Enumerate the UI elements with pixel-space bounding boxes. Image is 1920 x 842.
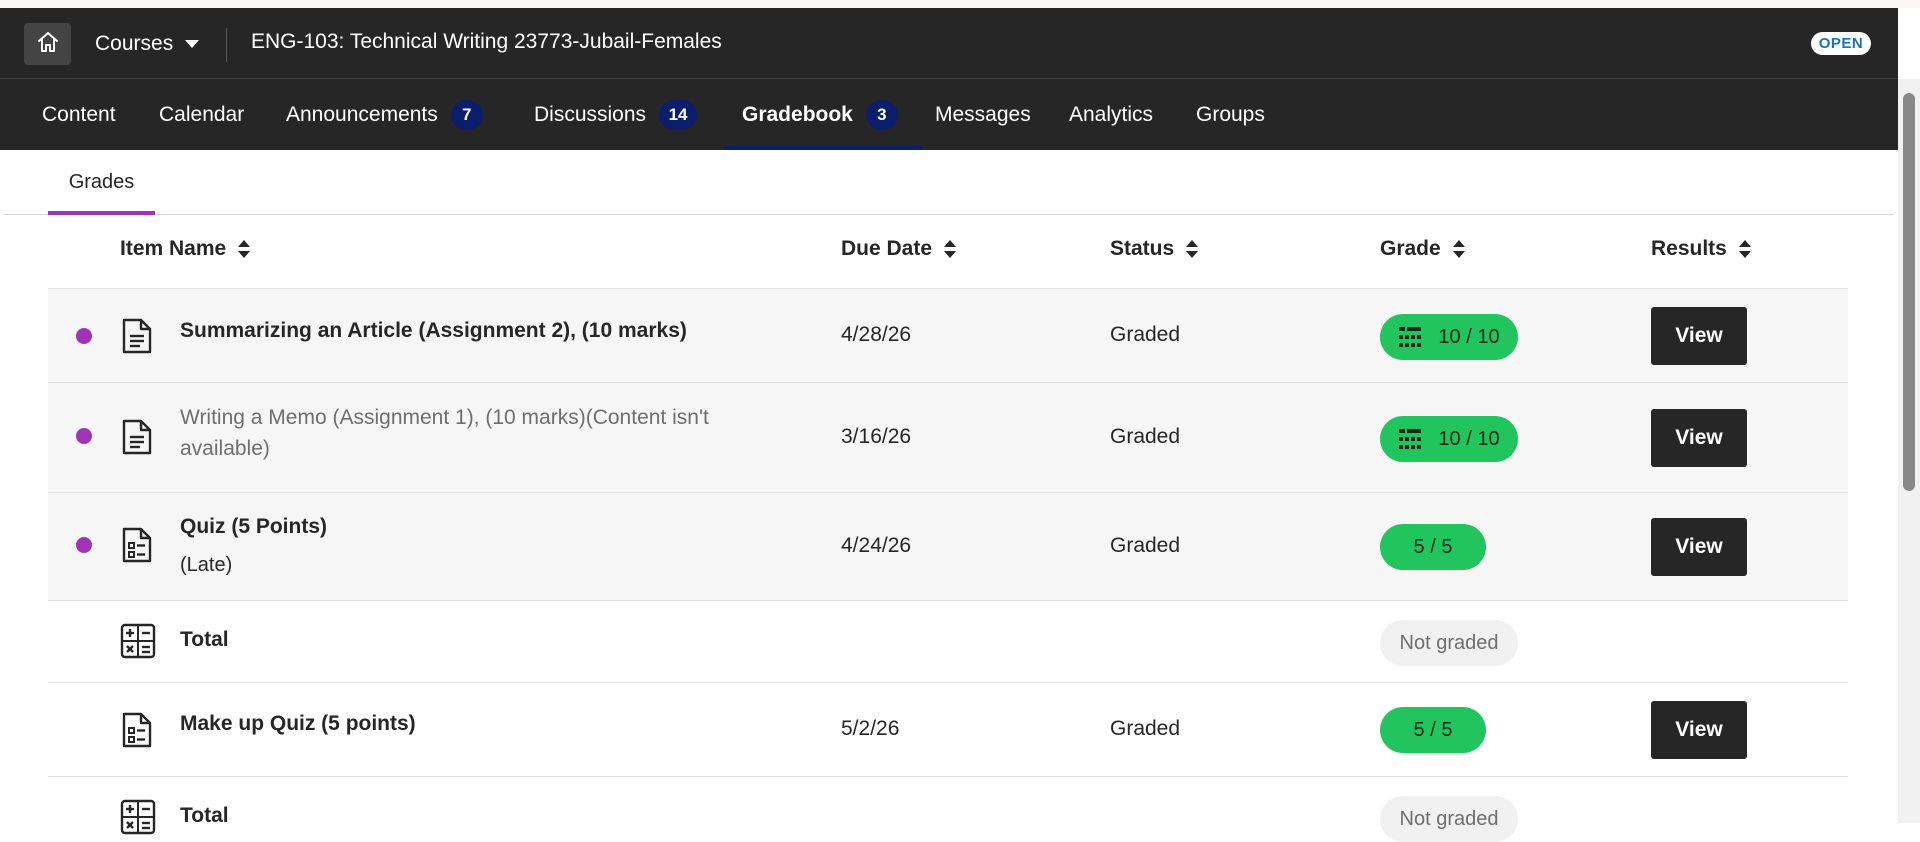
column-header-grade[interactable]: Grade (1380, 237, 1465, 261)
table-row-total: Total Not graded (48, 601, 1848, 683)
table-row[interactable]: Summarizing an Article (Assignment 2), (… (48, 289, 1848, 383)
tab-groups[interactable]: Groups (1196, 79, 1265, 150)
tab-label: Messages (935, 102, 1031, 126)
tab-grades[interactable]: Grades (48, 150, 155, 215)
header-divider (226, 28, 227, 62)
status-text: Graded (1110, 425, 1181, 448)
rubric-icon (1399, 429, 1422, 449)
tab-messages[interactable]: Messages (935, 79, 1031, 150)
due-date: 4/28/26 (841, 323, 912, 346)
status-text: Graded (1110, 717, 1181, 740)
tab-label: Analytics (1069, 102, 1154, 126)
chevron-down-icon (185, 40, 200, 48)
course-status-badge: OPEN (1811, 32, 1871, 55)
courses-label: Courses (95, 32, 174, 55)
browser-top-strip (0, 0, 1920, 8)
view-results-button[interactable]: View (1651, 307, 1747, 365)
tab-label: Announcements (286, 102, 438, 126)
tab-content[interactable]: Content (42, 79, 116, 150)
item-name-link[interactable]: Make up Quiz (5 points) (180, 708, 820, 739)
tab-calendar[interactable]: Calendar (159, 79, 244, 150)
item-name: Writing a Memo (Assignment 1), (10 marks… (180, 406, 709, 460)
view-results-button[interactable]: View (1651, 409, 1747, 467)
view-results-button[interactable]: View (1651, 701, 1747, 759)
due-date: 5/2/26 (841, 717, 900, 740)
sort-icon (944, 239, 957, 259)
column-header-results[interactable]: Results (1651, 237, 1751, 261)
sort-icon (1452, 239, 1465, 259)
quiz-icon (120, 712, 154, 748)
late-label: (Late) (180, 554, 233, 576)
rubric-icon (1399, 327, 1422, 347)
gradebook-subtabs: Grades (4, 150, 1894, 215)
grade-pill[interactable]: 5 / 5 (1380, 707, 1486, 753)
tab-label: Gradebook (742, 102, 853, 126)
table-row[interactable]: Make up Quiz (5 points) 5/2/26 Graded 5 … (48, 683, 1848, 777)
grade-value: 10 / 10 (1438, 325, 1500, 348)
document-icon (120, 419, 154, 455)
grade-not-graded: Not graded (1380, 620, 1518, 666)
unread-indicator-dot (76, 537, 92, 553)
status-text: Graded (1110, 534, 1181, 557)
item-name-link[interactable]: Quiz (5 Points) (180, 511, 820, 542)
tab-label: Groups (1196, 102, 1265, 126)
grades-table-header: Item Name Due Date Status Grade Results (48, 215, 1848, 290)
scrollbar-thumb[interactable] (1903, 93, 1915, 491)
quiz-icon (120, 527, 154, 563)
column-header-status[interactable]: Status (1110, 237, 1199, 261)
table-row[interactable]: Writing a Memo (Assignment 1), (10 marks… (48, 383, 1848, 493)
tab-gradebook[interactable]: Gradebook 3 (724, 79, 922, 150)
tab-label: Discussions (534, 102, 647, 126)
tab-label: Content (42, 102, 116, 126)
column-header-due-date[interactable]: Due Date (841, 237, 957, 261)
tab-discussions[interactable]: Discussions 14 (534, 79, 698, 150)
sort-icon (1186, 239, 1199, 259)
column-label: Item Name (120, 237, 227, 260)
sort-icon (1738, 239, 1751, 259)
grade-value: 5 / 5 (1413, 718, 1453, 741)
grade-pill[interactable]: 10 / 10 (1380, 314, 1518, 360)
item-name: Total (180, 804, 229, 827)
due-date: 3/16/26 (841, 425, 912, 448)
table-row[interactable]: Quiz (5 Points) (Late) 4/24/26 Graded 5 … (48, 493, 1848, 601)
sort-icon (238, 239, 251, 259)
gradebook-count-badge: 3 (865, 99, 898, 130)
calculator-icon (120, 799, 156, 835)
course-title: ENG-103: Technical Writing 23773-Jubail-… (251, 30, 722, 53)
column-label: Grade (1380, 237, 1441, 260)
course-nav: Content Calendar Announcements 7 Discuss… (0, 79, 1898, 150)
column-label: Results (1651, 237, 1727, 260)
grade-pill[interactable]: 10 / 10 (1380, 416, 1518, 462)
item-name: Total (180, 628, 229, 651)
tab-label: Calendar (159, 102, 245, 126)
item-name-link[interactable]: Summarizing an Article (Assignment 2), (… (180, 315, 820, 346)
grade-value: 5 / 5 (1413, 535, 1453, 558)
column-label: Due Date (841, 237, 933, 260)
course-header-bar: Courses ENG-103: Technical Writing 23773… (0, 8, 1898, 79)
calculator-icon (120, 623, 156, 659)
announcements-count-badge: 7 (450, 99, 483, 130)
tab-analytics[interactable]: Analytics (1069, 79, 1153, 150)
grade-value: 10 / 10 (1438, 427, 1500, 450)
unread-indicator-dot (76, 328, 92, 344)
home-button[interactable] (24, 23, 71, 65)
page-scrollbar[interactable] (1898, 79, 1920, 823)
discussions-count-badge: 14 (659, 99, 698, 130)
view-results-button[interactable]: View (1651, 518, 1747, 576)
document-icon (120, 318, 154, 354)
unread-indicator-dot (76, 428, 92, 444)
tab-announcements[interactable]: Announcements 7 (286, 79, 483, 150)
table-row-total: Total Not graded (48, 777, 1848, 842)
column-header-item-name[interactable]: Item Name (120, 237, 251, 261)
grade-pill[interactable]: 5 / 5 (1380, 524, 1486, 570)
column-label: Status (1110, 237, 1175, 260)
status-text: Graded (1110, 323, 1181, 346)
due-date: 4/24/26 (841, 534, 912, 557)
courses-dropdown[interactable]: Courses (95, 28, 200, 60)
grade-not-graded: Not graded (1380, 796, 1518, 842)
home-icon (36, 30, 60, 59)
